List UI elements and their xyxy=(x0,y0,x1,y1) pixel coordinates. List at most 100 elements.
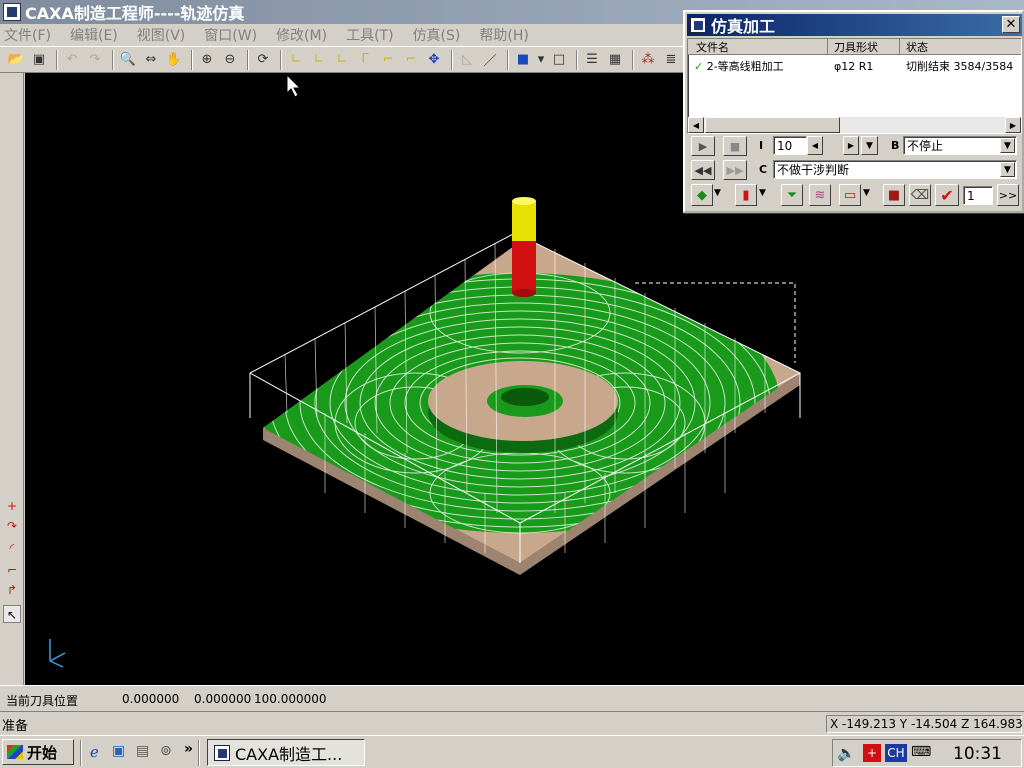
table-icon[interactable]: ▦ xyxy=(605,50,625,70)
menu-tools[interactable]: 工具(T) xyxy=(346,25,393,45)
zoom-in-icon[interactable]: ⊕ xyxy=(197,50,217,70)
cutter-icon[interactable]: ⏷ xyxy=(781,184,803,206)
window-title: CAXA制造工程师----轨迹仿真 xyxy=(25,4,245,23)
curve-tool-icon[interactable]: ⌐ xyxy=(401,50,421,70)
wireframe-cube-icon[interactable]: □ xyxy=(549,50,569,70)
rewind-icon[interactable]: ◀◀ xyxy=(691,160,715,180)
play-icon[interactable]: ▶ xyxy=(691,136,715,156)
list-icon[interactable]: ☰ xyxy=(582,50,602,70)
arc-icon[interactable]: ↷ xyxy=(3,517,21,535)
chevron-down-icon[interactable]: ▼ xyxy=(1000,162,1015,177)
curve-tool-icon[interactable]: ∟ xyxy=(332,50,352,70)
count-input[interactable]: 1 xyxy=(963,186,993,205)
stack-icon[interactable]: ≣ xyxy=(661,50,681,70)
interference-select[interactable]: 不做干涉判断 ▼ xyxy=(773,160,1017,179)
open-icon[interactable]: 📂 xyxy=(6,50,26,70)
line-tool-icon[interactable]: ／ xyxy=(480,50,500,70)
toolbar-separator xyxy=(247,49,249,70)
chevron-down-icon[interactable]: ▼ xyxy=(714,188,726,198)
tool-color-icon[interactable]: ▮ xyxy=(735,184,757,206)
keyboard-icon[interactable]: ⌨ xyxy=(911,744,931,760)
chevron-down-icon[interactable]: ▼ xyxy=(1000,138,1015,153)
shield-icon[interactable]: + xyxy=(863,744,881,762)
rotate-view-icon[interactable]: ⟳ xyxy=(253,50,273,70)
notepad-icon[interactable]: ▤ xyxy=(136,743,154,761)
zoom-out-icon[interactable]: ⊖ xyxy=(220,50,240,70)
stop-mode-value: 不停止 xyxy=(907,139,944,153)
more-button[interactable]: >> xyxy=(997,184,1019,206)
circle-icon[interactable]: ◜ xyxy=(3,539,21,557)
step-increase-icon[interactable]: ▶ xyxy=(843,136,859,155)
interference-value: 不做干涉判断 xyxy=(777,163,850,177)
select-arrow-icon[interactable]: ↖ xyxy=(3,605,21,623)
menu-edit[interactable]: 编辑(E) xyxy=(70,25,118,45)
toolpath-list[interactable]: 文件名 刀具形状 状态 ✓ 2-等高线粗加工 φ12 R1 切削结束 3584/… xyxy=(687,38,1022,134)
menu-simulation[interactable]: 仿真(S) xyxy=(413,25,461,45)
chevron-down-icon[interactable]: ▼ xyxy=(863,188,875,198)
taskbar-app-caxa[interactable]: CAXA制造工... xyxy=(207,739,365,766)
point-icon[interactable]: + xyxy=(3,497,21,515)
taskbar-app-label: CAXA制造工... xyxy=(235,744,343,764)
curve-tool-icon[interactable]: ∟ xyxy=(309,50,329,70)
start-button[interactable]: 开始 xyxy=(2,739,74,765)
eraser-icon[interactable]: ⌫ xyxy=(909,184,931,206)
col-tool-shape[interactable]: 刀具形状 xyxy=(828,39,900,54)
tool-bottom xyxy=(512,289,536,297)
corner-icon[interactable]: ⌐ xyxy=(3,561,21,579)
menu-view[interactable]: 视图(V) xyxy=(137,25,186,45)
curve-tool-icon[interactable]: Γ xyxy=(355,50,375,70)
col-status[interactable]: 状态 xyxy=(900,39,1021,54)
mirror-icon[interactable]: ◺ xyxy=(457,50,477,70)
col-filename[interactable]: 文件名 xyxy=(688,39,828,54)
fast-forward-icon[interactable]: ▶▶ xyxy=(723,160,747,180)
chevron-down-icon[interactable]: ▼ xyxy=(759,188,771,198)
close-icon[interactable]: ✕ xyxy=(1002,16,1020,33)
stock-icon[interactable]: ■ xyxy=(883,184,905,206)
shaded-cube-icon[interactable]: ■ xyxy=(513,50,533,70)
toolbar-separator xyxy=(112,49,114,70)
display-mode-icon[interactable]: ▭ xyxy=(839,184,861,206)
list-item[interactable]: ✓ 2-等高线粗加工 φ12 R1 切削结束 3584/3584 xyxy=(688,57,1021,75)
media-icon[interactable]: ⊚ xyxy=(160,743,178,761)
scroll-thumb[interactable] xyxy=(705,117,840,133)
windows-logo-icon xyxy=(7,745,23,759)
clock[interactable]: 10:31 xyxy=(953,744,1002,764)
ie-icon[interactable]: ℯ xyxy=(90,743,108,761)
language-indicator[interactable]: CH xyxy=(885,744,907,762)
hand-pan-icon[interactable]: ✋ xyxy=(164,50,184,70)
save-icon[interactable]: ▣ xyxy=(29,50,49,70)
chevron-down-icon[interactable]: ▼ xyxy=(861,136,878,155)
stop-mode-select[interactable]: 不停止 ▼ xyxy=(903,136,1017,155)
panel-app-icon xyxy=(690,17,706,33)
desktop-icon[interactable]: ▣ xyxy=(112,743,130,761)
undo-icon[interactable]: ↶ xyxy=(62,50,82,70)
volume-icon[interactable]: 🔈 xyxy=(837,744,856,762)
scroll-right-icon[interactable]: ▶ xyxy=(1005,117,1021,133)
horizontal-scrollbar[interactable]: ◀ ▶ xyxy=(688,117,1021,133)
pan-arrows-icon[interactable]: ⇔ xyxy=(141,50,161,70)
menu-file[interactable]: 文件(F) xyxy=(4,25,51,45)
menu-window[interactable]: 窗口(W) xyxy=(204,25,257,45)
menu-modify[interactable]: 修改(M) xyxy=(276,25,327,45)
tool-position-label: 当前刀具位置 xyxy=(6,694,79,708)
green-solid-icon[interactable]: ◆ xyxy=(691,184,713,206)
scroll-left-icon[interactable]: ◀ xyxy=(688,117,704,133)
curve-tool-icon[interactable]: ∟ xyxy=(286,50,306,70)
toolbar-separator xyxy=(507,49,509,70)
curve-tool-icon[interactable]: ⌐ xyxy=(378,50,398,70)
status-text: 准备 xyxy=(2,719,29,734)
confirm-check-icon[interactable]: ✔ xyxy=(935,184,959,206)
fillet-icon[interactable]: ↱ xyxy=(3,581,21,599)
stop-icon[interactable]: ■ xyxy=(723,136,747,156)
move-icon[interactable]: ✥ xyxy=(424,50,444,70)
step-decrease-icon[interactable]: ◀ xyxy=(807,136,823,155)
chevron-down-icon[interactable]: ▾ xyxy=(536,50,546,70)
quicklaunch-chevron[interactable]: » xyxy=(184,741,193,757)
layers-icon[interactable]: ⁂ xyxy=(638,50,658,70)
step-input[interactable]: 10 xyxy=(773,136,807,155)
redo-icon[interactable]: ↷ xyxy=(85,50,105,70)
tool-holder-top xyxy=(512,197,536,205)
menu-help[interactable]: 帮助(H) xyxy=(479,25,528,45)
path-color-icon[interactable]: ≋ xyxy=(809,184,831,206)
zoom-window-icon[interactable]: 🔍 xyxy=(118,50,138,70)
